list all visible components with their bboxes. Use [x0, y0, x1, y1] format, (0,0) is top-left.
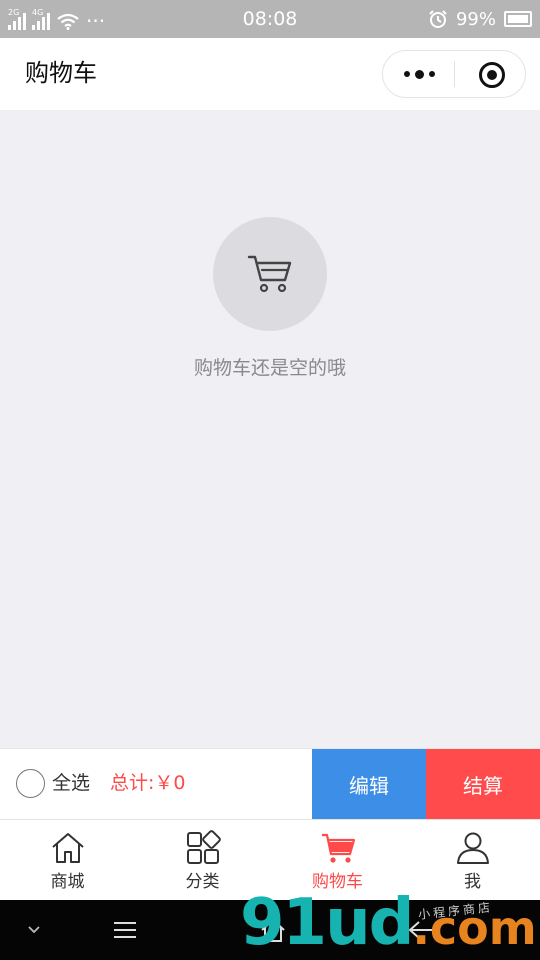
capsule-divider [454, 61, 455, 87]
watermark-logo: 91ud.com [240, 888, 537, 960]
more-dot-icon [414, 69, 424, 79]
menu-button[interactable] [100, 900, 150, 960]
collapse-button[interactable] [14, 900, 54, 960]
select-all-label[interactable]: 全选 [52, 770, 90, 796]
status-right: 99% [428, 8, 532, 30]
more-button[interactable] [383, 51, 455, 97]
chevron-down-icon [28, 926, 40, 934]
tab-mall-label: 商城 [50, 872, 85, 892]
battery-percent: 99% [455, 8, 496, 30]
alarm-icon [429, 10, 447, 28]
watermark-main: 91ud [240, 886, 414, 960]
status-bar: 2G 4G ··· 08:08 99% [0, 0, 540, 38]
tab-mall[interactable]: 商城 [0, 820, 135, 900]
checkout-button[interactable]: 结算 [426, 749, 540, 820]
menu-icon [114, 922, 136, 938]
close-miniprogram-button[interactable] [479, 62, 505, 88]
edit-button[interactable]: 编辑 [312, 749, 426, 820]
empty-cart-message: 购物车还是空的哦 [193, 357, 346, 379]
miniprogram-capsule [382, 50, 526, 98]
page-title: 购物车 [25, 59, 97, 87]
cart-action-bar: 全选 总计:￥0 编辑 结算 [0, 748, 540, 820]
home-icon [52, 833, 84, 863]
empty-cart-illustration [213, 217, 327, 331]
more-dot-icon [428, 71, 435, 77]
select-all-checkbox[interactable] [16, 769, 45, 798]
cart-total: 总计:￥0 [110, 772, 186, 794]
user-icon [457, 832, 489, 864]
more-dot-icon [403, 71, 410, 77]
nav-bar: 购物车 [0, 38, 540, 110]
category-icon [187, 830, 221, 864]
battery-icon [504, 11, 532, 27]
cart-icon [322, 833, 356, 863]
cart-icon [247, 255, 292, 293]
